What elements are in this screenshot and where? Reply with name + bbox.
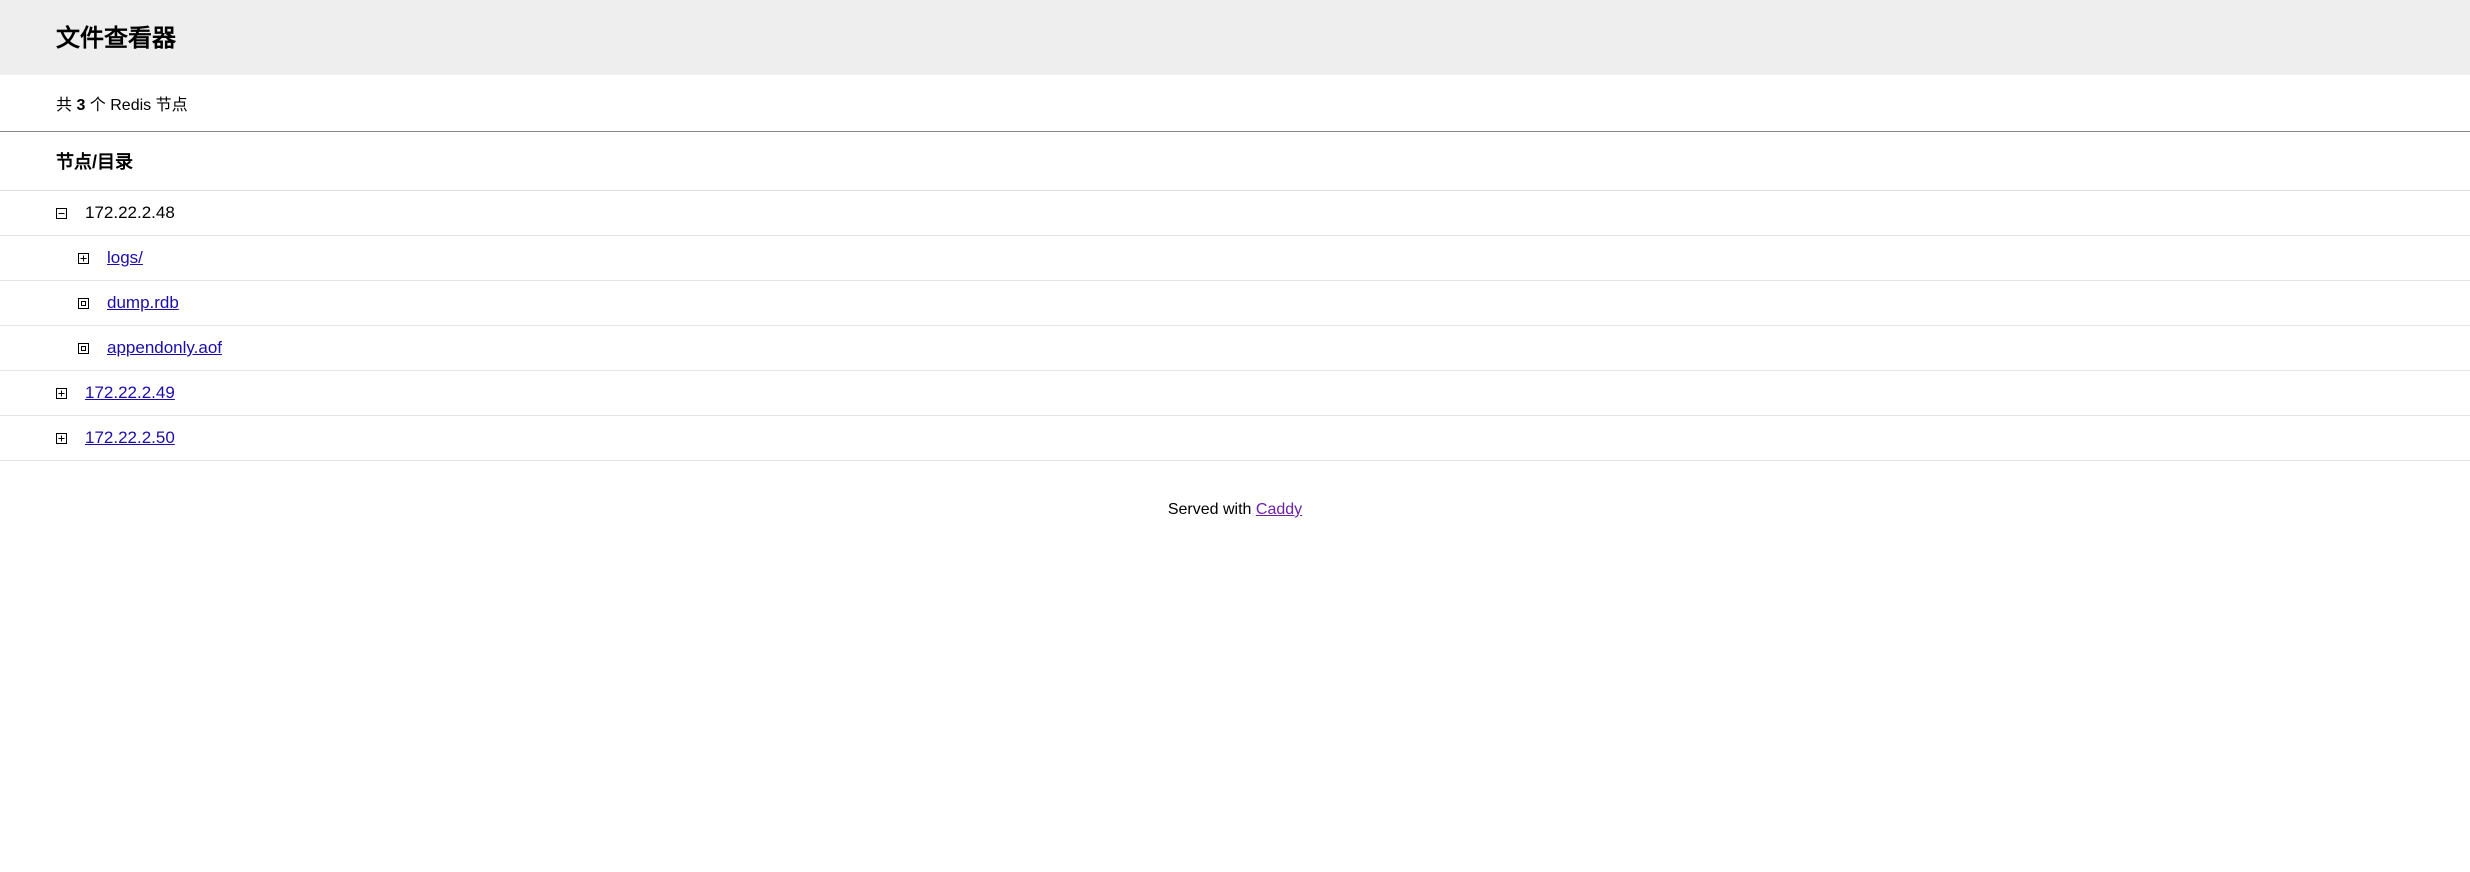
tree-item-file[interactable]: appendonly.aof <box>0 326 2470 371</box>
expand-icon <box>78 253 89 264</box>
node-label: 172.22.2.48 <box>85 203 175 223</box>
expand-icon <box>56 388 67 399</box>
tree-node-collapsed[interactable]: 172.22.2.50 <box>0 416 2470 461</box>
folder-link[interactable]: logs/ <box>107 248 143 268</box>
node-count-bar: 共 3 个 Redis 节点 <box>0 75 2470 132</box>
file-icon <box>78 343 89 354</box>
count-prefix: 共 <box>56 97 76 114</box>
file-icon <box>78 298 89 309</box>
expand-icon <box>56 433 67 444</box>
node-link[interactable]: 172.22.2.49 <box>85 383 175 403</box>
file-link[interactable]: dump.rdb <box>107 293 179 313</box>
page-header: 文件查看器 <box>0 0 2470 75</box>
collapse-icon <box>56 208 67 219</box>
page-title: 文件查看器 <box>56 18 2414 53</box>
footer-text: Served with <box>1168 501 1256 518</box>
tree-item-folder[interactable]: logs/ <box>0 236 2470 281</box>
section-title: 节点/目录 <box>56 148 2414 174</box>
section-header: 节点/目录 <box>0 132 2470 191</box>
tree-node-expanded[interactable]: 172.22.2.48 <box>0 191 2470 236</box>
tree-node-collapsed[interactable]: 172.22.2.49 <box>0 371 2470 416</box>
caddy-link[interactable]: Caddy <box>1256 501 1302 518</box>
node-link[interactable]: 172.22.2.50 <box>85 428 175 448</box>
tree-item-file[interactable]: dump.rdb <box>0 281 2470 326</box>
count-suffix: 个 Redis 节点 <box>85 97 187 114</box>
file-link[interactable]: appendonly.aof <box>107 338 222 358</box>
footer: Served with Caddy <box>0 461 2470 539</box>
